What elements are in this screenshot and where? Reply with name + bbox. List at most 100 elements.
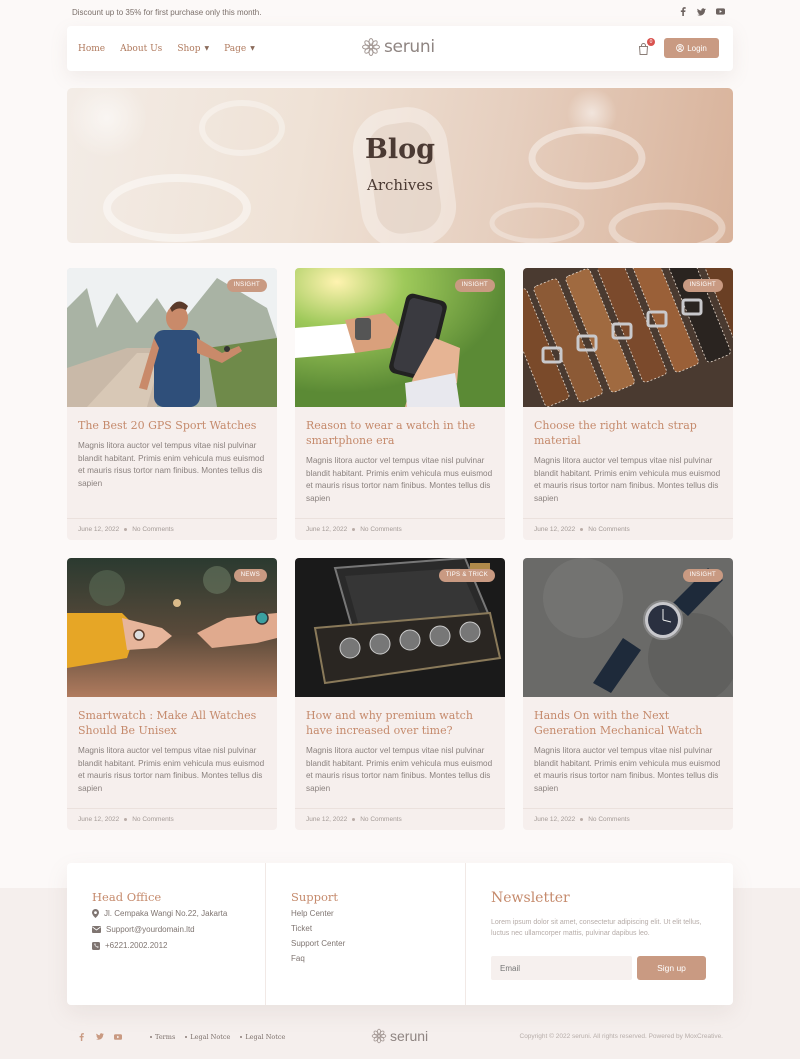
newsletter-title: Newsletter	[491, 890, 570, 906]
post-comments[interactable]: No Comments	[588, 526, 630, 533]
blog-card[interactable]: NEWS Smartwatch : Make All Watches Shoul…	[67, 558, 277, 830]
category-badge[interactable]: INSIGHT	[682, 279, 723, 292]
post-excerpt: Magnis litora auctor vel tempus vitae ni…	[534, 456, 721, 503]
jewelry-background-image	[67, 88, 726, 243]
post-title[interactable]: The Best 20 GPS Sport Watches	[78, 418, 268, 433]
facebook-icon[interactable]	[77, 1032, 86, 1041]
bottom-bar: Terms Legal Notce Legal Notce seruni Cop…	[0, 1025, 800, 1047]
blog-card[interactable]: TIPS & TRICK How and why premium watch h…	[295, 558, 505, 830]
nav-item-about-us[interactable]: About Us	[120, 44, 162, 54]
post-title[interactable]: Choose the right watch strap material	[534, 418, 724, 448]
post-title[interactable]: Reason to wear a watch in the smartphone…	[306, 418, 496, 448]
post-date: June 12, 2022	[78, 526, 120, 533]
login-button[interactable]: Login	[664, 38, 719, 58]
category-badge[interactable]: INSIGHT	[682, 569, 723, 582]
category-badge[interactable]: INSIGHT	[454, 279, 495, 292]
user-circle-icon	[676, 44, 685, 52]
facebook-icon[interactable]	[678, 7, 687, 16]
legal-link-legal-notice[interactable]: Legal Notce	[185, 1033, 230, 1041]
nav-menu: Home About Us Shop ▼ Page ▼	[78, 26, 255, 71]
post-comments[interactable]: No Comments	[360, 816, 402, 823]
support-title: Support	[291, 890, 339, 904]
newsletter-email-input[interactable]	[491, 956, 632, 980]
copyright-text: Copyright © 2022 seruni. All rights rese…	[519, 1033, 724, 1040]
post-title[interactable]: How and why premium watch have increased…	[306, 708, 496, 738]
phone-text[interactable]: +6221.2002.2012	[105, 941, 168, 950]
bullet-dot	[240, 1036, 243, 1038]
head-office-title: Head Office	[92, 890, 162, 904]
support-link-faq[interactable]: Faq	[291, 954, 305, 963]
flower-logo-icon	[371, 1028, 387, 1044]
post-comments[interactable]: No Comments	[360, 526, 402, 533]
legal-link-legal-notice[interactable]: Legal Notce	[240, 1033, 285, 1041]
youtube-icon[interactable]	[716, 7, 725, 16]
top-social-links	[678, 7, 725, 16]
site-logo[interactable]: seruni	[361, 37, 435, 57]
post-date: June 12, 2022	[306, 526, 348, 533]
post-title[interactable]: Hands On with the Next Generation Mechan…	[534, 708, 724, 738]
support-column: Support Help Center Ticket Support Cente…	[266, 863, 466, 1005]
promo-text: Discount up to 35% for first purchase on…	[72, 8, 262, 17]
bullet-dot	[150, 1036, 152, 1038]
post-excerpt: Magnis litora auctor vel tempus vitae ni…	[306, 746, 493, 793]
youtube-icon[interactable]	[113, 1032, 122, 1041]
category-badge[interactable]: NEWS	[233, 569, 267, 582]
page-hero-banner: Blog Archives	[67, 88, 733, 243]
support-link-ticket[interactable]: Ticket	[291, 924, 312, 933]
category-badge[interactable]: TIPS & TRICK	[438, 569, 495, 582]
footer-logo-text: seruni	[390, 1028, 429, 1044]
post-excerpt: Magnis litora auctor vel tempus vitae ni…	[534, 746, 721, 793]
nav-item-label: Home	[78, 43, 106, 54]
blog-card[interactable]: INSIGHT Choose the right watch strap mat…	[523, 268, 733, 540]
bottom-social-links	[77, 1032, 122, 1041]
signup-button[interactable]: Sign up	[637, 956, 706, 980]
twitter-icon[interactable]	[697, 7, 706, 16]
nav-item-home[interactable]: Home	[78, 44, 105, 54]
legal-links: Terms Legal Notce Legal Notce	[150, 1033, 285, 1041]
blog-card[interactable]: INSIGHT The Best 20 GPS Sport Watches Ma…	[67, 268, 277, 540]
legal-link-label: Legal Notce	[245, 1033, 286, 1041]
post-excerpt: Magnis litora auctor vel tempus vitae ni…	[78, 746, 265, 793]
legal-link-terms[interactable]: Terms	[150, 1033, 175, 1041]
post-date: June 12, 2022	[306, 816, 348, 823]
post-meta: June 12, 2022 No Comments	[295, 808, 505, 830]
post-meta: June 12, 2022 No Comments	[523, 518, 733, 540]
post-title[interactable]: Smartwatch : Make All Watches Should Be …	[78, 708, 268, 738]
map-pin-icon	[92, 909, 99, 918]
page-title: Blog	[365, 134, 435, 165]
separator-dot	[580, 818, 584, 821]
post-comments[interactable]: No Comments	[588, 816, 630, 823]
cart-button[interactable]: 0	[638, 38, 655, 55]
main-navigation: Home About Us Shop ▼ Page ▼ seruni 0 Login	[67, 26, 733, 71]
legal-link-label: Legal Notce	[190, 1033, 231, 1041]
legal-link-label: Terms	[155, 1033, 176, 1041]
phone-line[interactable]: +6221.2002.2012	[92, 941, 168, 950]
nav-item-shop[interactable]: Shop ▼	[177, 44, 209, 54]
support-link-help-center[interactable]: Help Center	[291, 909, 334, 918]
blog-card[interactable]: INSIGHT Hands On with the Next Generatio…	[523, 558, 733, 830]
post-date: June 12, 2022	[534, 816, 576, 823]
chevron-down-icon: ▼	[204, 45, 210, 52]
twitter-icon[interactable]	[95, 1032, 104, 1041]
flower-logo-icon	[362, 38, 380, 56]
nav-item-page[interactable]: Page ▼	[224, 44, 255, 54]
blog-card[interactable]: INSIGHT Reason to wear a watch in the sm…	[295, 268, 505, 540]
post-comments[interactable]: No Comments	[132, 526, 174, 533]
email-line[interactable]: Support@yourdomain.ltd	[92, 925, 195, 934]
post-meta: June 12, 2022 No Comments	[295, 518, 505, 540]
separator-dot	[124, 528, 128, 531]
newsletter-column: Newsletter Lorem ipsum dolor sit amet, c…	[466, 863, 733, 1005]
head-office-column: Head Office Jl. Cempaka Wangi No.22, Jak…	[67, 863, 266, 1005]
post-comments[interactable]: No Comments	[132, 816, 174, 823]
support-link-support-center[interactable]: Support Center	[291, 939, 345, 948]
category-badge[interactable]: INSIGHT	[226, 279, 267, 292]
footer-panel: Head Office Jl. Cempaka Wangi No.22, Jak…	[67, 863, 733, 1005]
separator-dot	[352, 818, 356, 821]
footer-logo[interactable]: seruni	[371, 1028, 428, 1044]
email-text[interactable]: Support@yourdomain.ltd	[106, 925, 195, 934]
logo-text: seruni	[384, 37, 435, 57]
post-date: June 12, 2022	[534, 526, 576, 533]
post-meta: June 12, 2022 No Comments	[67, 808, 277, 830]
post-meta: June 12, 2022 No Comments	[67, 518, 277, 540]
address-text: Jl. Cempaka Wangi No.22, Jakarta	[104, 909, 228, 918]
